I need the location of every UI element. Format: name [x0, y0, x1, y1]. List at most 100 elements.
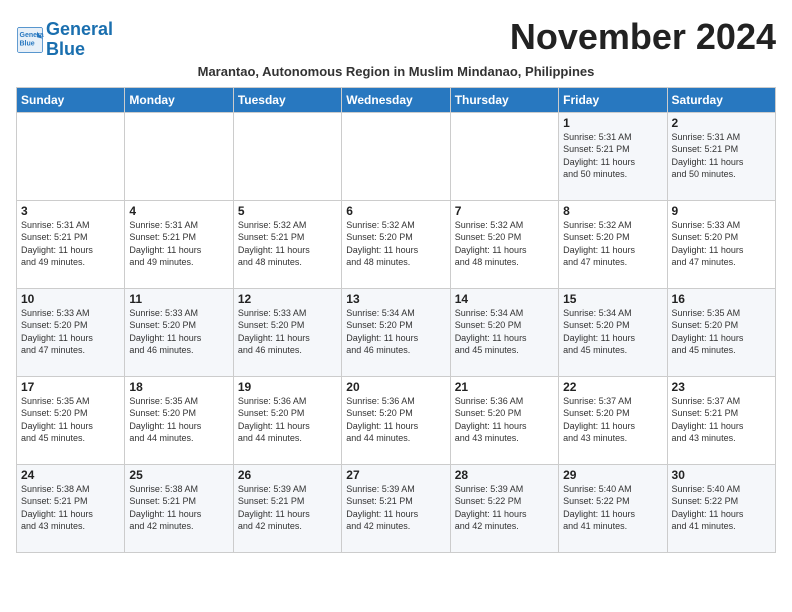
table-row: 1Sunrise: 5:31 AM Sunset: 5:21 PM Daylig…: [559, 112, 667, 200]
cell-info: Sunrise: 5:40 AM Sunset: 5:22 PM Dayligh…: [563, 483, 662, 533]
calendar-week-row: 24Sunrise: 5:38 AM Sunset: 5:21 PM Dayli…: [17, 464, 776, 552]
table-row: 21Sunrise: 5:36 AM Sunset: 5:20 PM Dayli…: [450, 376, 558, 464]
day-number: 26: [238, 468, 337, 482]
day-number: 22: [563, 380, 662, 394]
table-row: 25Sunrise: 5:38 AM Sunset: 5:21 PM Dayli…: [125, 464, 233, 552]
day-number: 1: [563, 116, 662, 130]
table-row: 26Sunrise: 5:39 AM Sunset: 5:21 PM Dayli…: [233, 464, 341, 552]
table-row: 14Sunrise: 5:34 AM Sunset: 5:20 PM Dayli…: [450, 288, 558, 376]
day-number: 12: [238, 292, 337, 306]
cell-info: Sunrise: 5:34 AM Sunset: 5:20 PM Dayligh…: [455, 307, 554, 357]
table-row: 4Sunrise: 5:31 AM Sunset: 5:21 PM Daylig…: [125, 200, 233, 288]
table-row: 2Sunrise: 5:31 AM Sunset: 5:21 PM Daylig…: [667, 112, 775, 200]
table-row: [342, 112, 450, 200]
table-row: 5Sunrise: 5:32 AM Sunset: 5:21 PM Daylig…: [233, 200, 341, 288]
table-row: 24Sunrise: 5:38 AM Sunset: 5:21 PM Dayli…: [17, 464, 125, 552]
logo: General Blue General Blue: [16, 20, 113, 60]
day-number: 4: [129, 204, 228, 218]
cell-info: Sunrise: 5:31 AM Sunset: 5:21 PM Dayligh…: [129, 219, 228, 269]
table-row: 20Sunrise: 5:36 AM Sunset: 5:20 PM Dayli…: [342, 376, 450, 464]
table-row: 6Sunrise: 5:32 AM Sunset: 5:20 PM Daylig…: [342, 200, 450, 288]
day-number: 28: [455, 468, 554, 482]
table-row: 3Sunrise: 5:31 AM Sunset: 5:21 PM Daylig…: [17, 200, 125, 288]
day-number: 10: [21, 292, 120, 306]
cell-info: Sunrise: 5:39 AM Sunset: 5:21 PM Dayligh…: [238, 483, 337, 533]
table-row: [233, 112, 341, 200]
day-number: 27: [346, 468, 445, 482]
table-row: 8Sunrise: 5:32 AM Sunset: 5:20 PM Daylig…: [559, 200, 667, 288]
calendar-week-row: 1Sunrise: 5:31 AM Sunset: 5:21 PM Daylig…: [17, 112, 776, 200]
cell-info: Sunrise: 5:32 AM Sunset: 5:20 PM Dayligh…: [455, 219, 554, 269]
subtitle: Marantao, Autonomous Region in Muslim Mi…: [16, 64, 776, 79]
cell-info: Sunrise: 5:37 AM Sunset: 5:20 PM Dayligh…: [563, 395, 662, 445]
calendar-table: Sunday Monday Tuesday Wednesday Thursday…: [16, 87, 776, 553]
col-friday: Friday: [559, 87, 667, 112]
table-row: 7Sunrise: 5:32 AM Sunset: 5:20 PM Daylig…: [450, 200, 558, 288]
col-thursday: Thursday: [450, 87, 558, 112]
day-number: 6: [346, 204, 445, 218]
day-number: 20: [346, 380, 445, 394]
cell-info: Sunrise: 5:36 AM Sunset: 5:20 PM Dayligh…: [238, 395, 337, 445]
col-tuesday: Tuesday: [233, 87, 341, 112]
table-row: 15Sunrise: 5:34 AM Sunset: 5:20 PM Dayli…: [559, 288, 667, 376]
day-number: 21: [455, 380, 554, 394]
table-row: [17, 112, 125, 200]
svg-text:General: General: [20, 32, 45, 39]
table-row: [450, 112, 558, 200]
month-title: November 2024: [510, 16, 776, 58]
day-number: 11: [129, 292, 228, 306]
cell-info: Sunrise: 5:32 AM Sunset: 5:21 PM Dayligh…: [238, 219, 337, 269]
day-number: 25: [129, 468, 228, 482]
day-number: 14: [455, 292, 554, 306]
page: General Blue General Blue November 2024 …: [0, 0, 792, 563]
table-row: 22Sunrise: 5:37 AM Sunset: 5:20 PM Dayli…: [559, 376, 667, 464]
col-wednesday: Wednesday: [342, 87, 450, 112]
day-number: 17: [21, 380, 120, 394]
table-row: 29Sunrise: 5:40 AM Sunset: 5:22 PM Dayli…: [559, 464, 667, 552]
table-row: 23Sunrise: 5:37 AM Sunset: 5:21 PM Dayli…: [667, 376, 775, 464]
table-row: 18Sunrise: 5:35 AM Sunset: 5:20 PM Dayli…: [125, 376, 233, 464]
cell-info: Sunrise: 5:35 AM Sunset: 5:20 PM Dayligh…: [21, 395, 120, 445]
table-row: 13Sunrise: 5:34 AM Sunset: 5:20 PM Dayli…: [342, 288, 450, 376]
calendar-week-row: 3Sunrise: 5:31 AM Sunset: 5:21 PM Daylig…: [17, 200, 776, 288]
cell-info: Sunrise: 5:37 AM Sunset: 5:21 PM Dayligh…: [672, 395, 771, 445]
day-number: 13: [346, 292, 445, 306]
col-sunday: Sunday: [17, 87, 125, 112]
calendar-header-row: Sunday Monday Tuesday Wednesday Thursday…: [17, 87, 776, 112]
table-row: 28Sunrise: 5:39 AM Sunset: 5:22 PM Dayli…: [450, 464, 558, 552]
table-row: [125, 112, 233, 200]
cell-info: Sunrise: 5:36 AM Sunset: 5:20 PM Dayligh…: [346, 395, 445, 445]
cell-info: Sunrise: 5:34 AM Sunset: 5:20 PM Dayligh…: [346, 307, 445, 357]
day-number: 7: [455, 204, 554, 218]
table-row: 17Sunrise: 5:35 AM Sunset: 5:20 PM Dayli…: [17, 376, 125, 464]
cell-info: Sunrise: 5:31 AM Sunset: 5:21 PM Dayligh…: [21, 219, 120, 269]
cell-info: Sunrise: 5:35 AM Sunset: 5:20 PM Dayligh…: [672, 307, 771, 357]
day-number: 23: [672, 380, 771, 394]
table-row: 30Sunrise: 5:40 AM Sunset: 5:22 PM Dayli…: [667, 464, 775, 552]
day-number: 9: [672, 204, 771, 218]
table-row: 19Sunrise: 5:36 AM Sunset: 5:20 PM Dayli…: [233, 376, 341, 464]
day-number: 19: [238, 380, 337, 394]
logo-line1: General: [46, 19, 113, 39]
day-number: 18: [129, 380, 228, 394]
cell-info: Sunrise: 5:31 AM Sunset: 5:21 PM Dayligh…: [563, 131, 662, 181]
table-row: 27Sunrise: 5:39 AM Sunset: 5:21 PM Dayli…: [342, 464, 450, 552]
day-number: 2: [672, 116, 771, 130]
day-number: 30: [672, 468, 771, 482]
cell-info: Sunrise: 5:32 AM Sunset: 5:20 PM Dayligh…: [563, 219, 662, 269]
cell-info: Sunrise: 5:38 AM Sunset: 5:21 PM Dayligh…: [21, 483, 120, 533]
cell-info: Sunrise: 5:39 AM Sunset: 5:21 PM Dayligh…: [346, 483, 445, 533]
logo-icon: General Blue: [16, 26, 44, 54]
day-number: 29: [563, 468, 662, 482]
cell-info: Sunrise: 5:31 AM Sunset: 5:21 PM Dayligh…: [672, 131, 771, 181]
cell-info: Sunrise: 5:32 AM Sunset: 5:20 PM Dayligh…: [346, 219, 445, 269]
calendar-week-row: 17Sunrise: 5:35 AM Sunset: 5:20 PM Dayli…: [17, 376, 776, 464]
cell-info: Sunrise: 5:33 AM Sunset: 5:20 PM Dayligh…: [672, 219, 771, 269]
svg-text:Blue: Blue: [20, 40, 35, 47]
logo-line2: Blue: [46, 39, 85, 59]
col-monday: Monday: [125, 87, 233, 112]
calendar-week-row: 10Sunrise: 5:33 AM Sunset: 5:20 PM Dayli…: [17, 288, 776, 376]
cell-info: Sunrise: 5:35 AM Sunset: 5:20 PM Dayligh…: [129, 395, 228, 445]
cell-info: Sunrise: 5:40 AM Sunset: 5:22 PM Dayligh…: [672, 483, 771, 533]
day-number: 3: [21, 204, 120, 218]
